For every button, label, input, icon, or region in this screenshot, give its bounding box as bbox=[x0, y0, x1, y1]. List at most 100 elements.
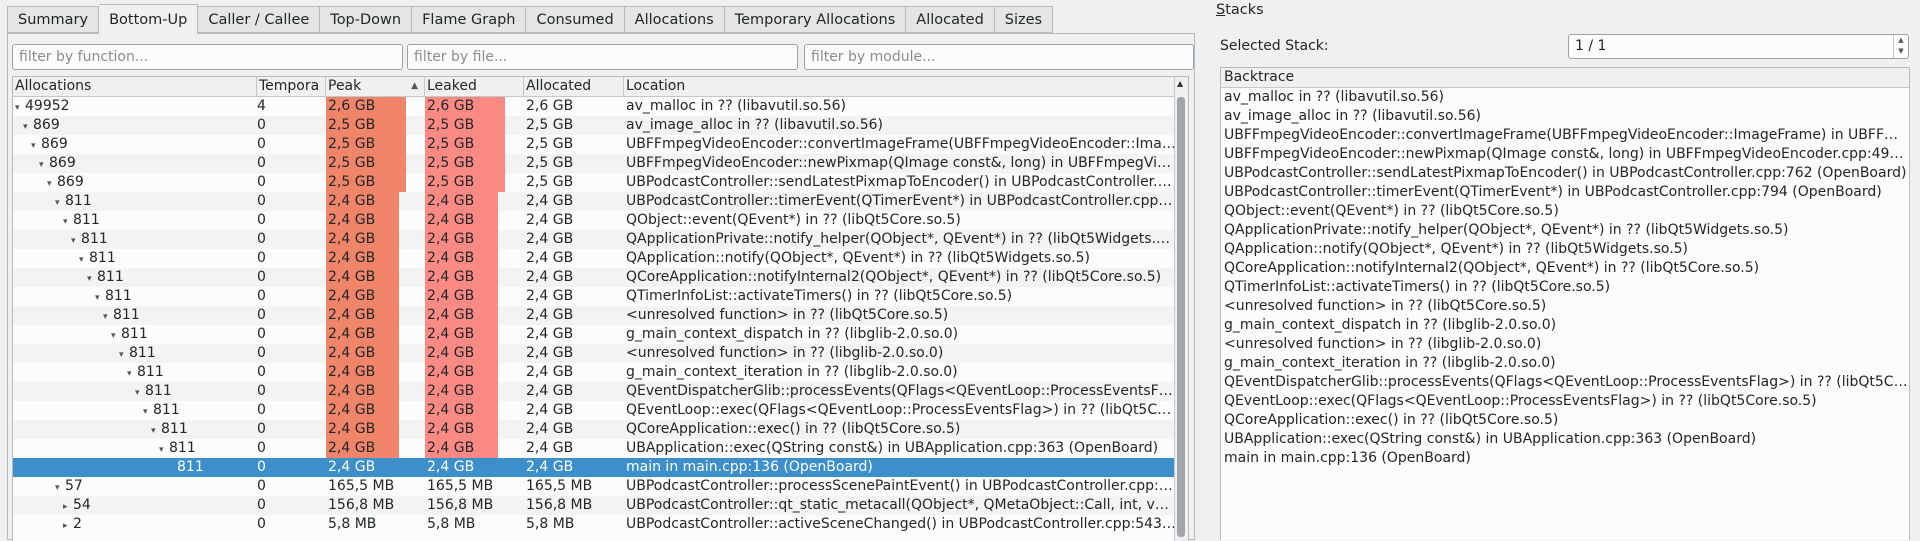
backtrace-frame[interactable]: av_malloc in ?? (libavutil.so.56) bbox=[1221, 88, 1909, 107]
tab-consumed[interactable]: Consumed bbox=[526, 6, 625, 33]
table-row[interactable]: ▾ 869 0 2,5 GB 2,5 GB 2,5 GB UBFFmpegVideoEnco… bbox=[13, 154, 1177, 173]
expand-open-icon[interactable]: ▾ bbox=[15, 99, 25, 116]
tab-flame-graph[interactable]: Flame Graph bbox=[412, 6, 527, 33]
expand-open-icon[interactable]: ▾ bbox=[127, 365, 137, 382]
backtrace-view[interactable]: Backtrace av_malloc in ?? (libavutil.so.… bbox=[1220, 67, 1910, 540]
function-filter-input[interactable] bbox=[12, 44, 403, 70]
header-allocations[interactable]: Allocations bbox=[13, 77, 257, 96]
expand-open-icon[interactable]: ▾ bbox=[159, 441, 169, 458]
backtrace-frame[interactable]: UBFFmpegVideoEncoder::newPixmap(QImage c… bbox=[1221, 145, 1909, 164]
tab-summary[interactable]: Summary bbox=[7, 6, 100, 33]
backtrace-frame[interactable]: QCoreApplication::notifyInternal2(QObjec… bbox=[1221, 259, 1909, 278]
table-row[interactable]: ▾ 869 0 2,5 GB 2,5 GB 2,5 GB UBPodcastControll… bbox=[13, 173, 1177, 192]
cell-allocations: ▾ 811 bbox=[13, 439, 255, 458]
table-row[interactable]: ▸ 54 0 156,8 MB 156,8 MB 156,8 MB UBPodcastCon… bbox=[13, 496, 1177, 515]
tab-sizes[interactable]: Sizes bbox=[994, 6, 1054, 33]
table-row[interactable]: ▾ 811 0 2,4 GB 2,4 GB 2,4 GB <unresolved funct… bbox=[13, 344, 1177, 363]
cell-allocated: 165,5 MB bbox=[526, 478, 593, 494]
table-row[interactable]: ▾ 869 0 2,5 GB 2,5 GB 2,5 GB av_image_alloc in… bbox=[13, 116, 1177, 135]
backtrace-frame[interactable]: g_main_context_dispatch in ?? (libglib-2… bbox=[1221, 316, 1909, 335]
bottom-up-tree[interactable]: Allocations Tempora Peak ▲ Leaked Alloca… bbox=[12, 76, 1189, 541]
table-row[interactable]: ▾ 811 0 2,4 GB 2,4 GB 2,4 GB QEventLoop::exec(… bbox=[13, 401, 1177, 420]
backtrace-frame[interactable]: QObject::event(QEvent*) in ?? (libQt5Cor… bbox=[1221, 202, 1909, 221]
expand-open-icon[interactable]: ▾ bbox=[151, 422, 161, 439]
backtrace-frame[interactable]: main in main.cpp:136 (OpenBoard) bbox=[1221, 449, 1909, 468]
header-location[interactable]: Location bbox=[624, 77, 1177, 96]
cell-allocated: 2,4 GB bbox=[526, 193, 574, 209]
table-row[interactable]: ▾ 811 0 2,4 GB 2,4 GB 2,4 GB UBApplication::ex… bbox=[13, 439, 1177, 458]
backtrace-list: av_malloc in ?? (libavutil.so.56) av_imag… bbox=[1221, 88, 1909, 468]
backtrace-frame[interactable]: UBPodcastController::sendLatestPixmapToE… bbox=[1221, 164, 1909, 183]
table-row[interactable]: ▾ 811 0 2,4 GB 2,4 GB 2,4 GB QApplication::not… bbox=[13, 249, 1177, 268]
table-row[interactable]: ▾ 811 0 2,4 GB 2,4 GB 2,4 GB QApplicationPriva… bbox=[13, 230, 1177, 249]
tab-allocated[interactable]: Allocated bbox=[906, 6, 995, 33]
header-allocated[interactable]: Allocated bbox=[524, 77, 624, 96]
tab-bottom-up[interactable]: Bottom-Up bbox=[99, 4, 199, 34]
backtrace-frame[interactable]: av_image_alloc in ?? (libavutil.so.56) bbox=[1221, 107, 1909, 126]
table-row[interactable]: ▾ 811 0 2,4 GB 2,4 GB 2,4 GB <unresolved funct… bbox=[13, 306, 1177, 325]
table-row[interactable]: ▾ 811 0 2,4 GB 2,4 GB 2,4 GB QCoreApplication:… bbox=[13, 420, 1177, 439]
module-filter-input[interactable] bbox=[804, 44, 1194, 70]
table-row[interactable]: ▾ 811 0 2,4 GB 2,4 GB 2,4 GB QObject::event(QE… bbox=[13, 211, 1177, 230]
expand-open-icon[interactable]: ▾ bbox=[95, 289, 105, 306]
cell-peak: 2,4 GB bbox=[328, 402, 376, 418]
expand-open-icon[interactable]: ▾ bbox=[39, 156, 49, 173]
table-row[interactable]: ▾ 869 0 2,5 GB 2,5 GB 2,5 GB UBFFmpegVideoEnco… bbox=[13, 135, 1177, 154]
table-row[interactable]: ▾ 57 0 165,5 MB 165,5 MB 165,5 MB UBPodcastCon… bbox=[13, 477, 1177, 496]
expand-open-icon[interactable]: ▾ bbox=[31, 137, 41, 154]
expand-open-icon[interactable]: ▾ bbox=[87, 270, 97, 287]
backtrace-frame[interactable]: QApplication::notify(QObject*, QEvent*) … bbox=[1221, 240, 1909, 259]
table-row[interactable]: ▾ 811 0 2,4 GB 2,4 GB 2,4 GB QTimerInfoList::a… bbox=[13, 287, 1177, 306]
table-row[interactable]: ▾ 49952 4 2,6 GB 2,6 GB 2,6 GB av_malloc in ??… bbox=[13, 97, 1177, 116]
backtrace-frame[interactable]: UBFFmpegVideoEncoder::convertImageFrame(… bbox=[1221, 126, 1909, 145]
scrollbar-thumb[interactable] bbox=[1177, 97, 1185, 537]
table-row[interactable]: 811 0 2,4 GB 2,4 GB 2,4 GB main in main.cpp:1… bbox=[13, 458, 1177, 477]
tab-allocations[interactable]: Allocations bbox=[624, 6, 725, 33]
tab-temporary-allocations[interactable]: Temporary Allocations bbox=[724, 6, 907, 33]
expand-open-icon[interactable]: ▾ bbox=[111, 327, 121, 344]
tab-top-down[interactable]: Top-Down bbox=[320, 6, 413, 33]
scroll-up-arrow-icon[interactable]: ▲ bbox=[1177, 79, 1183, 88]
backtrace-frame[interactable]: UBApplication::exec(QString const&) in U… bbox=[1221, 430, 1909, 449]
expand-open-icon[interactable]: ▾ bbox=[47, 175, 57, 192]
header-peak[interactable]: Peak ▲ bbox=[326, 77, 425, 96]
header-leaked[interactable]: Leaked bbox=[425, 77, 524, 96]
backtrace-frame[interactable]: g_main_context_iteration in ?? (libglib-… bbox=[1221, 354, 1909, 373]
backtrace-frame[interactable]: QTimerInfoList::activateTimers() in ?? (… bbox=[1221, 278, 1909, 297]
backtrace-frame[interactable]: QApplicationPrivate::notify_helper(QObje… bbox=[1221, 221, 1909, 240]
table-row[interactable]: ▾ 811 0 2,4 GB 2,4 GB 2,4 GB g_main_context_it… bbox=[13, 363, 1177, 382]
table-row[interactable]: ▸ 2 0 5,8 MB 5,8 MB 5,8 MB UBPodcastController… bbox=[13, 515, 1177, 534]
spinbox-buttons[interactable]: ▲ ▼ bbox=[1893, 35, 1908, 58]
spin-down-icon[interactable]: ▼ bbox=[1894, 46, 1908, 57]
table-row[interactable]: ▾ 811 0 2,4 GB 2,4 GB 2,4 GB QEventDispatcherG… bbox=[13, 382, 1177, 401]
expand-open-icon[interactable]: ▾ bbox=[55, 194, 65, 211]
selected-stack-value: 1 / 1 bbox=[1575, 38, 1607, 54]
spin-up-icon[interactable]: ▲ bbox=[1894, 35, 1908, 46]
table-row[interactable]: ▾ 811 0 2,4 GB 2,4 GB 2,4 GB UBPodcastControll… bbox=[13, 192, 1177, 211]
tab-caller-callee[interactable]: Caller / Callee bbox=[198, 6, 321, 33]
file-filter-input[interactable] bbox=[407, 44, 798, 70]
table-row[interactable]: ▾ 811 0 2,4 GB 2,4 GB 2,4 GB g_main_context_di… bbox=[13, 325, 1177, 344]
backtrace-frame[interactable]: <unresolved function> in ?? (libQt5Core.… bbox=[1221, 297, 1909, 316]
expand-open-icon[interactable]: ▾ bbox=[103, 308, 113, 325]
backtrace-frame[interactable]: UBPodcastController::timerEvent(QTimerEv… bbox=[1221, 183, 1909, 202]
backtrace-frame[interactable]: QCoreApplication::exec() in ?? (libQt5Co… bbox=[1221, 411, 1909, 430]
expand-closed-icon[interactable]: ▸ bbox=[63, 517, 73, 534]
expand-open-icon[interactable]: ▾ bbox=[63, 213, 73, 230]
expand-open-icon[interactable]: ▾ bbox=[23, 118, 33, 135]
tree-vertical-scrollbar[interactable]: ▲ bbox=[1174, 77, 1188, 541]
backtrace-frame[interactable]: <unresolved function> in ?? (libglib-2.0… bbox=[1221, 335, 1909, 354]
expand-open-icon[interactable]: ▾ bbox=[119, 346, 129, 363]
expand-open-icon[interactable]: ▾ bbox=[55, 479, 65, 496]
selected-stack-spinbox[interactable]: 1 / 1 ▲ ▼ bbox=[1568, 34, 1909, 59]
cell-allocated: 2,4 GB bbox=[526, 383, 574, 399]
expand-open-icon[interactable]: ▾ bbox=[143, 403, 153, 420]
expand-open-icon[interactable]: ▾ bbox=[79, 251, 89, 268]
header-temporary[interactable]: Tempora bbox=[257, 77, 326, 96]
table-row[interactable]: ▾ 811 0 2,4 GB 2,4 GB 2,4 GB QCoreApplication:… bbox=[13, 268, 1177, 287]
expand-open-icon[interactable]: ▾ bbox=[71, 232, 81, 249]
backtrace-frame[interactable]: QEventDispatcherGlib::processEvents(QFla… bbox=[1221, 373, 1909, 392]
expand-closed-icon[interactable]: ▸ bbox=[63, 498, 73, 515]
backtrace-frame[interactable]: QEventLoop::exec(QFlags<QEventLoop::Proc… bbox=[1221, 392, 1909, 411]
expand-open-icon[interactable]: ▾ bbox=[135, 384, 145, 401]
